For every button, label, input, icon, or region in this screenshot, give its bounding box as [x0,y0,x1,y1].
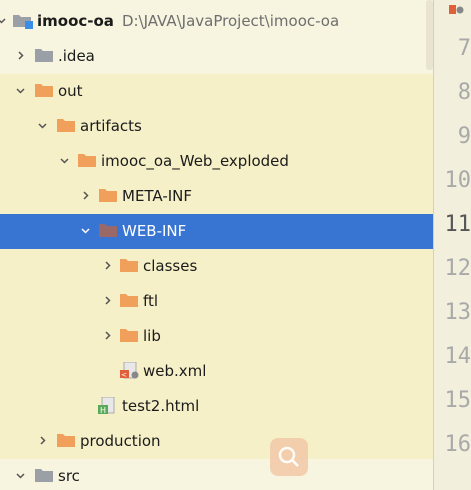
line-number: 12 [444,256,471,281]
line-number: 8 [457,80,471,105]
tree-item-label: .idea [58,47,95,65]
tree-item-src[interactable]: src [0,459,433,490]
chevron-down-icon[interactable] [16,86,25,94]
tree-item-meta-inf[interactable]: META-INF [0,179,433,214]
line-number-current: 11 [444,212,471,237]
line-number: 13 [444,300,471,325]
tree-item-label: artifacts [80,117,142,135]
tree-item-imooc-oa-web-exploded[interactable]: imooc_oa_Web_exploded [0,144,433,179]
chevron-right-icon[interactable] [38,436,46,445]
tree-item-artifacts[interactable]: artifacts [0,109,433,144]
project-path: D:\JAVA\JavaProject\imooc-oa [121,12,340,30]
folder-icon [98,222,118,240]
project-name: imooc-oa [37,12,114,30]
tree-item-label: WEB-INF [122,222,187,240]
tree-item-label: META-INF [122,187,193,205]
chevron-down-icon[interactable] [16,471,25,479]
chevron-down-icon[interactable] [0,16,6,24]
tree-item-idea[interactable]: .idea [0,39,433,74]
tree-item-label: ftl [143,292,159,310]
project-tree: imooc-oa D:\JAVA\JavaProject\imooc-oa .id… [0,0,433,490]
folder-icon [119,327,139,345]
project-folder-icon [12,12,33,30]
scrollbar-thumb[interactable] [426,0,433,70]
line-number: 16 [444,432,471,457]
html-file-icon: H [98,396,118,415]
editor-gutter: 7 8 9 10 11 12 13 14 15 16 [434,0,471,490]
line-number: 14 [444,344,471,369]
chevron-right-icon[interactable] [16,51,24,60]
folder-icon [98,187,118,205]
tree-item-label: classes [143,257,198,275]
line-number: 15 [444,388,471,413]
folder-icon [34,82,54,100]
tree-item-test2-html[interactable]: H test2.html [0,389,433,424]
tree-item-label: imooc_oa_Web_exploded [101,152,289,170]
tree-item-label: src [58,467,80,485]
xml-file-icon: < [120,361,140,380]
chevron-down-icon[interactable] [81,226,90,234]
line-number: 9 [457,124,471,149]
folder-icon [34,47,54,65]
tree-item-web-xml[interactable]: < web.xml [0,354,433,389]
folder-icon [119,257,139,275]
tree-item-imooc-oa[interactable]: imooc-oa D:\JAVA\JavaProject\imooc-oa [0,4,433,39]
search-button[interactable] [270,438,308,476]
folder-icon [119,292,139,310]
folder-icon [56,432,76,450]
chevron-down-icon[interactable] [60,156,69,164]
tree-item-label: test2.html [122,397,200,415]
tree-item-lib[interactable]: lib [0,319,433,354]
svg-text:<: < [121,371,127,379]
search-icon [278,446,299,467]
tree-item-production[interactable]: production [0,424,433,459]
chevron-down-icon[interactable] [38,121,47,129]
tree-item-label: lib [143,327,161,345]
xml-file-icon [447,0,465,14]
line-number: 10 [444,168,471,193]
tree-item-ftl[interactable]: ftl [0,284,433,319]
chevron-right-icon[interactable] [103,261,111,270]
folder-icon [34,467,54,485]
tree-item-label: out [58,82,83,100]
chevron-right-icon[interactable] [103,296,111,305]
folder-icon [77,152,97,170]
line-number: 7 [457,36,471,61]
tree-item-out[interactable]: out [0,74,433,109]
chevron-right-icon[interactable] [81,191,89,200]
svg-text:H: H [100,406,106,415]
tree-item-label: production [80,432,161,450]
tree-item-classes[interactable]: classes [0,249,433,284]
tree-item-web-inf[interactable]: WEB-INF [0,214,433,249]
folder-icon [56,117,76,135]
chevron-right-icon[interactable] [103,331,111,340]
tree-item-label: web.xml [143,362,207,380]
